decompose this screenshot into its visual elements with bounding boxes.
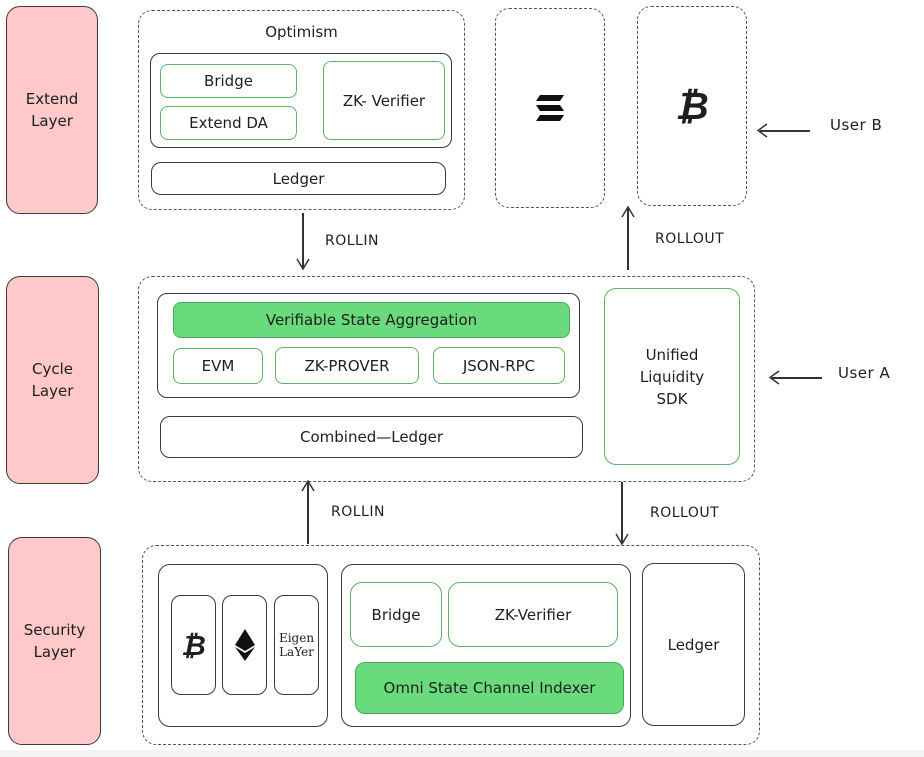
ethereum-icon xyxy=(234,629,255,661)
user-a-label: User A xyxy=(838,364,891,382)
security-ledger-box: Ledger xyxy=(642,563,745,726)
omni-state-channel-indexer-box: Omni State Channel Indexer xyxy=(355,662,624,714)
optimism-title: Optimism xyxy=(265,23,338,41)
eigenlayer-logo-top: Eigen xyxy=(278,631,315,645)
extend-da-box: Extend DA xyxy=(160,106,297,140)
zk-verifier-box: ZK- Verifier xyxy=(323,61,445,140)
arrowhead-left-icon xyxy=(756,123,768,138)
bitcoin-icon: ₿ xyxy=(675,83,709,128)
arrowhead-down-icon xyxy=(615,533,629,545)
solana-chain-box xyxy=(495,8,605,208)
user-b-label: User B xyxy=(830,116,883,134)
arrowhead-left-icon xyxy=(768,370,780,385)
security-layer-label: Security Layer xyxy=(8,537,101,745)
rollout-label-top: ROLLOUT xyxy=(655,231,725,247)
footer-strip xyxy=(0,750,924,757)
ledger-box: Ledger xyxy=(151,162,446,195)
security-bridge-box: Bridge xyxy=(350,582,442,647)
rollout-label-bottom: ROLLOUT xyxy=(650,505,720,521)
rollin-label-top: ROLLIN xyxy=(325,233,379,249)
json-rpc-box: JSON-RPC xyxy=(433,347,565,384)
arrowhead-up-icon xyxy=(621,206,635,218)
evm-box: EVM xyxy=(173,348,263,384)
security-zk-verifier-box: ZK-Verifier xyxy=(448,582,618,647)
eigenlayer-logo-bottom: LaYer xyxy=(279,645,314,659)
extend-layer-label: Extend Layer xyxy=(6,6,98,214)
arrowhead-up-icon xyxy=(301,480,315,492)
cycle-layer-label: Cycle Layer xyxy=(6,276,99,484)
verifiable-state-aggregation-box: Verifiable State Aggregation xyxy=(173,302,570,338)
bitcoin-chain-box: ₿ xyxy=(637,6,747,206)
bridge-box: Bridge xyxy=(160,64,297,98)
solana-icon xyxy=(536,95,564,121)
arrowhead-down-icon xyxy=(296,258,310,270)
combined-ledger-box: Combined—Ledger xyxy=(160,416,583,458)
eigenlayer-chain-card: Eigen LaYer xyxy=(274,595,319,695)
unified-liquidity-sdk-box: Unified Liquidity SDK xyxy=(604,288,740,465)
zk-prover-box: ZK-PROVER xyxy=(275,347,419,384)
rollin-label-bottom: ROLLIN xyxy=(331,504,385,520)
ethereum-chain-card xyxy=(222,595,267,695)
bitcoin-chain-card: ₿ xyxy=(171,595,216,695)
bitcoin-icon: ₿ xyxy=(181,628,206,662)
